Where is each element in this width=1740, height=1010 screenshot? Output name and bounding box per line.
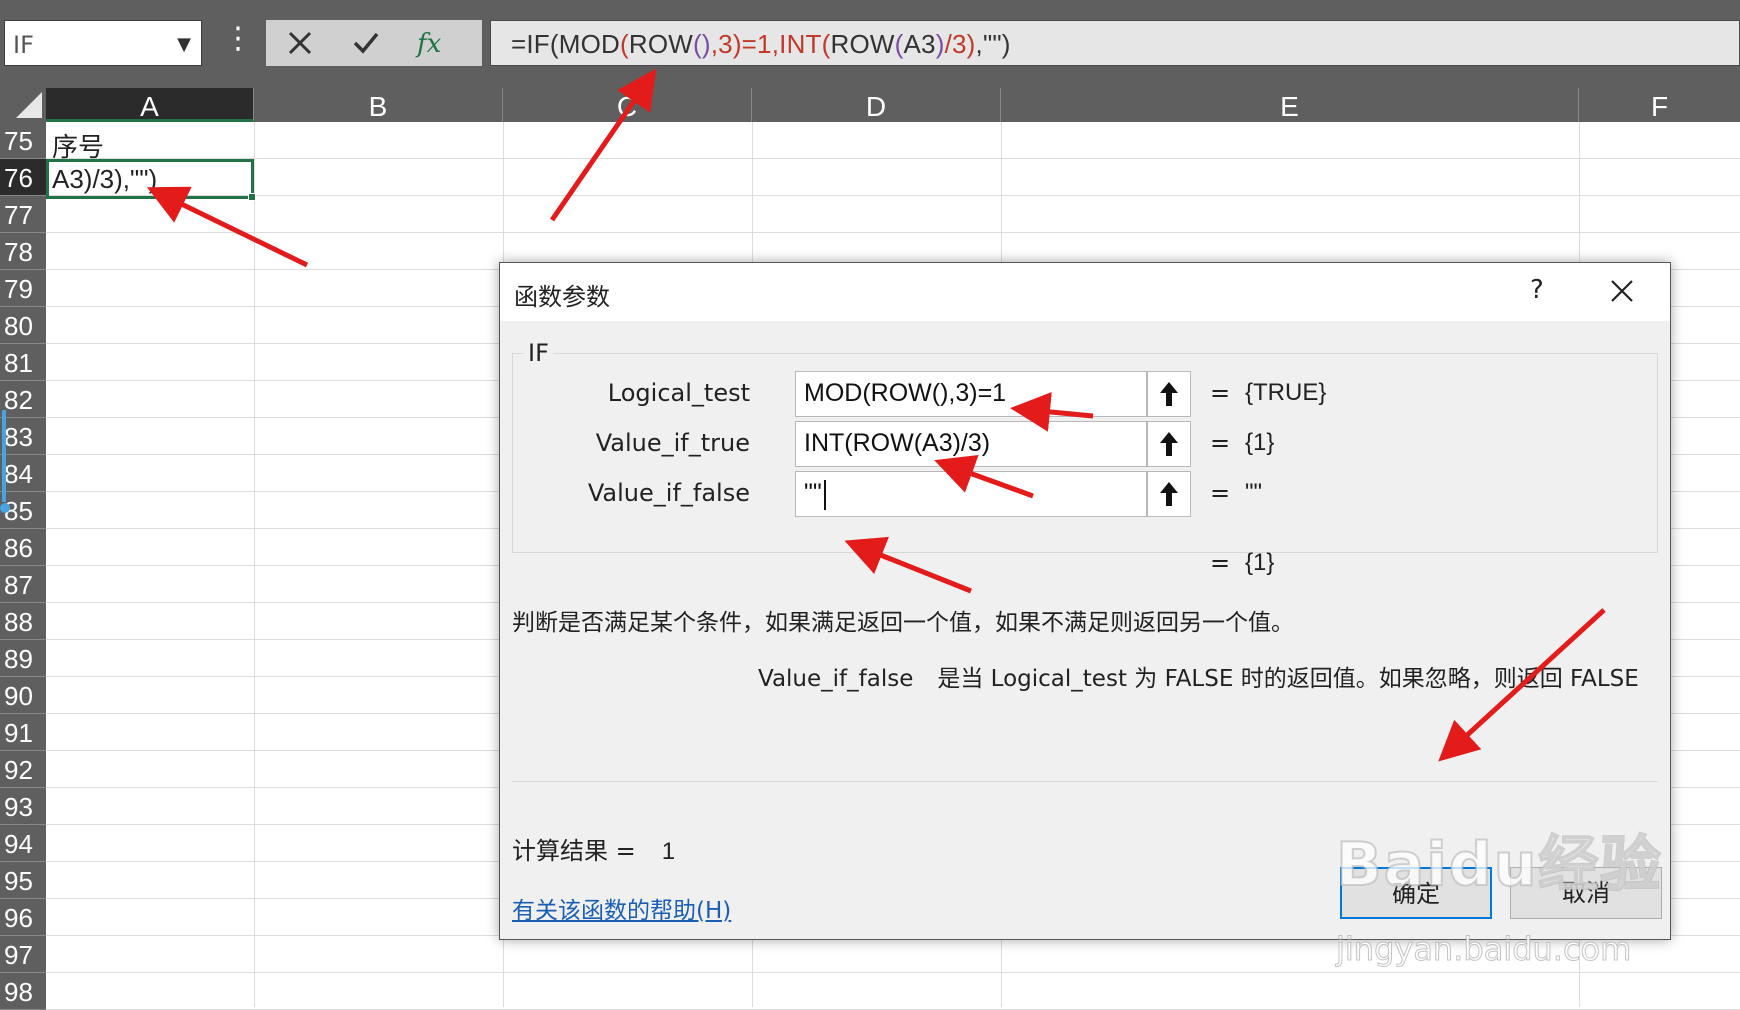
equals-sign: = bbox=[1210, 379, 1231, 407]
formula-input[interactable]: =IF(MOD(ROW(),3)=1,INT(ROW(A3)/3),"") bbox=[490, 20, 1740, 66]
column-header-d[interactable]: D bbox=[752, 88, 1001, 122]
param-result: "" bbox=[1245, 479, 1263, 506]
param-result: {1} bbox=[1245, 429, 1275, 456]
more-options-icon[interactable]: ⋮ bbox=[223, 24, 253, 54]
collapse-dialog-icon[interactable] bbox=[1147, 371, 1191, 417]
formula-paren: ( bbox=[620, 29, 629, 59]
grid-row-line bbox=[46, 232, 1740, 233]
active-cell-border bbox=[46, 159, 256, 201]
row-header[interactable]: 89 bbox=[0, 640, 46, 677]
fill-handle[interactable] bbox=[248, 193, 256, 201]
formula-paren: ( bbox=[894, 29, 904, 59]
param-label-value-if-false: Value_if_false bbox=[587, 479, 750, 507]
name-box[interactable]: IF ▼ bbox=[4, 20, 202, 66]
formula-part: A3 bbox=[903, 29, 936, 59]
param-input-logical-test[interactable]: MOD(ROW(),3)=1 bbox=[795, 371, 1147, 417]
calculation-result: 计算结果 = 1 bbox=[512, 831, 675, 866]
dialog-titlebar: 函数参数 ? bbox=[500, 263, 1670, 321]
row-header[interactable]: 87 bbox=[0, 566, 46, 603]
formula-part: MOD bbox=[558, 29, 621, 59]
formula-toolbar: IF ▼ ⋮ fx =IF(MOD(ROW(),3)=1,INT(ROW(A3)… bbox=[0, 0, 1740, 88]
row-header[interactable]: 95 bbox=[0, 862, 46, 899]
column-header-b[interactable]: B bbox=[254, 88, 503, 122]
row-header[interactable]: 81 bbox=[0, 344, 46, 381]
param-description: Value_if_false 是当 Logical_test 为 FALSE 时的… bbox=[758, 659, 1639, 693]
equals-sign: = bbox=[1210, 479, 1231, 507]
watermark-logo: Baidu经验 bbox=[1335, 829, 1663, 901]
name-box-value: IF bbox=[13, 31, 34, 59]
insert-function-icon[interactable]: fx bbox=[402, 20, 462, 66]
dialog-title: 函数参数 bbox=[514, 283, 610, 311]
row-header[interactable]: 80 bbox=[0, 307, 46, 344]
help-icon[interactable]: ? bbox=[1530, 275, 1544, 305]
close-icon[interactable] bbox=[1608, 277, 1636, 305]
row-header[interactable]: 96 bbox=[0, 899, 46, 936]
overall-result: {1} bbox=[1245, 549, 1275, 576]
select-all-button[interactable] bbox=[0, 88, 46, 122]
grid-column-line bbox=[254, 122, 255, 1007]
param-value: "" bbox=[804, 479, 822, 507]
cancel-icon[interactable] bbox=[270, 20, 330, 66]
equals-sign: = bbox=[1210, 429, 1231, 457]
row-header[interactable]: 76 bbox=[0, 159, 46, 196]
row-header[interactable]: 91 bbox=[0, 714, 46, 751]
row-header[interactable]: 98 bbox=[0, 973, 46, 1010]
column-header-c[interactable]: C bbox=[503, 88, 752, 122]
formula-part: ,3)=1,INT bbox=[710, 29, 822, 59]
svg-text:fx: fx bbox=[415, 29, 442, 58]
arrow-to-cell bbox=[147, 186, 309, 268]
row-header[interactable]: 94 bbox=[0, 825, 46, 862]
formula-part: ROW bbox=[830, 29, 895, 59]
grid-row-line bbox=[46, 195, 1740, 196]
collapse-dialog-icon[interactable] bbox=[1147, 421, 1191, 467]
param-result: {TRUE} bbox=[1245, 379, 1327, 406]
param-description-name: Value_if_false bbox=[758, 666, 914, 692]
watermark-url: jingyan.baidu.com bbox=[1335, 930, 1632, 969]
column-header-e[interactable]: E bbox=[1001, 88, 1579, 122]
row-header[interactable]: 79 bbox=[0, 270, 46, 307]
param-value: MOD(ROW(),3)=1 bbox=[804, 379, 1007, 407]
formula-part: ROW bbox=[628, 29, 694, 59]
collapse-dialog-icon[interactable] bbox=[1147, 471, 1191, 517]
row-header[interactable]: 92 bbox=[0, 751, 46, 788]
function-name-label: IF bbox=[524, 339, 553, 367]
param-description-text: 是当 Logical_test 为 FALSE 时的返回值。如果忽略，则返回 F… bbox=[937, 666, 1639, 692]
param-label-logical-test: Logical_test bbox=[607, 379, 750, 407]
function-description: 判断是否满足某个条件，如果满足返回一个值，如果不满足则返回另一个值。 bbox=[512, 610, 1294, 636]
calc-label: 计算结果 = bbox=[512, 837, 636, 865]
param-input-value-if-true[interactable]: INT(ROW(A3)/3) bbox=[795, 421, 1147, 467]
formula-paren: () bbox=[693, 29, 711, 59]
chevron-down-icon[interactable]: ▼ bbox=[177, 34, 191, 55]
function-help-link[interactable]: 有关该函数的帮助(H) bbox=[512, 891, 731, 925]
param-value: INT(ROW(A3)/3) bbox=[804, 429, 991, 457]
overall-equals-sign: = bbox=[1210, 549, 1231, 577]
divider bbox=[512, 781, 1658, 782]
row-header[interactable]: 93 bbox=[0, 788, 46, 825]
text-cursor bbox=[824, 480, 826, 510]
column-header-a[interactable]: A bbox=[46, 88, 254, 122]
formula-paren: ( bbox=[821, 29, 831, 59]
row-header[interactable]: 77 bbox=[0, 196, 46, 233]
row-header[interactable]: 97 bbox=[0, 936, 46, 973]
row-header[interactable]: 78 bbox=[0, 233, 46, 270]
formula-part: =IF( bbox=[511, 29, 559, 59]
row-header[interactable]: 88 bbox=[0, 603, 46, 640]
formula-part: /3) bbox=[944, 29, 976, 59]
column-header-f[interactable]: F bbox=[1579, 88, 1740, 122]
grid-row-line bbox=[46, 972, 1740, 973]
formula-paren: ) bbox=[935, 29, 945, 59]
enter-icon[interactable] bbox=[336, 20, 396, 66]
calc-value: 1 bbox=[661, 838, 676, 865]
row-header[interactable]: 86 bbox=[0, 529, 46, 566]
param-input-value-if-false[interactable]: "" bbox=[795, 471, 1147, 517]
param-label-value-if-true: Value_if_true bbox=[595, 429, 750, 457]
grid-row-line bbox=[46, 158, 1740, 159]
row-header[interactable]: 75 bbox=[0, 122, 46, 159]
scroll-indicator bbox=[0, 410, 10, 513]
formula-buttons: fx bbox=[266, 20, 482, 66]
row-header[interactable]: 90 bbox=[0, 677, 46, 714]
formula-part: ,"") bbox=[975, 29, 1011, 59]
formula-text: =IF(MOD(ROW(),3)=1,INT(ROW(A3)/3),"") bbox=[511, 29, 1011, 60]
